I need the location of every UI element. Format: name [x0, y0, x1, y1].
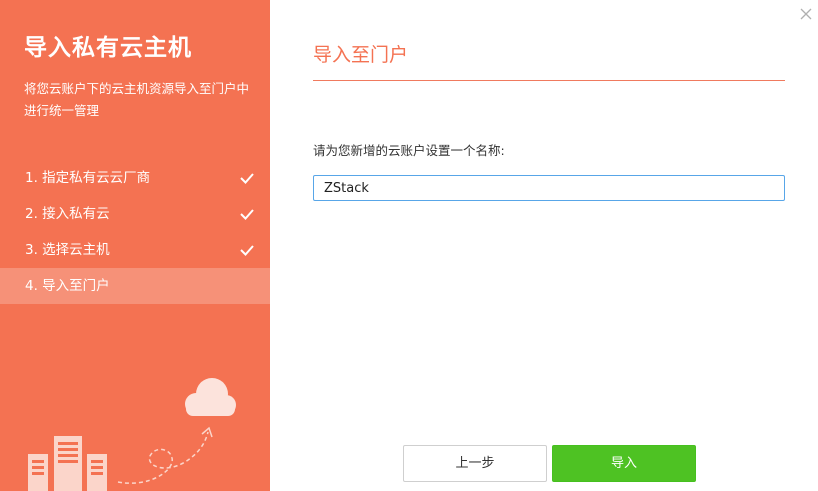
- cloud-icon: [185, 378, 236, 416]
- check-icon: [240, 245, 254, 256]
- account-name-label: 请为您新增的云账户设置一个名称:: [313, 143, 505, 158]
- step-label: 3. 选择云主机: [25, 242, 110, 258]
- wizard-steps: 1. 指定私有云云厂商 2. 接入私有云 3. 选择云主机 4. 导入至门户: [0, 160, 270, 304]
- step-label: 2. 接入私有云: [25, 206, 110, 222]
- previous-step-button[interactable]: 上一步: [403, 445, 547, 482]
- step-label: 1. 指定私有云云厂商: [25, 170, 151, 186]
- sidebar-illustration: [28, 378, 236, 491]
- sidebar-title: 导入私有云主机: [24, 35, 192, 61]
- wizard-sidebar: 导入私有云主机 将您云账户下的云主机资源导入至门户中进行统一管理 1. 指定私有…: [0, 0, 270, 491]
- arrow-icon: [117, 426, 213, 484]
- step-item-4[interactable]: 4. 导入至门户: [0, 268, 270, 304]
- check-icon: [240, 173, 254, 184]
- step-label: 4. 导入至门户: [25, 278, 110, 294]
- import-button[interactable]: 导入: [552, 445, 696, 482]
- check-icon: [240, 209, 254, 220]
- close-icon[interactable]: [796, 4, 816, 24]
- page-title: 导入至门户: [313, 44, 409, 66]
- title-divider: [313, 80, 785, 81]
- sidebar-description: 将您云账户下的云主机资源导入至门户中进行统一管理: [24, 81, 250, 118]
- step-item-3[interactable]: 3. 选择云主机: [0, 232, 270, 268]
- step-item-1[interactable]: 1. 指定私有云云厂商: [0, 160, 270, 196]
- account-name-input[interactable]: [313, 175, 785, 201]
- server-icon: [28, 436, 107, 491]
- step-item-2[interactable]: 2. 接入私有云: [0, 196, 270, 232]
- wizard-main: 导入至门户 请为您新增的云账户设置一个名称: 上一步 导入: [270, 0, 818, 491]
